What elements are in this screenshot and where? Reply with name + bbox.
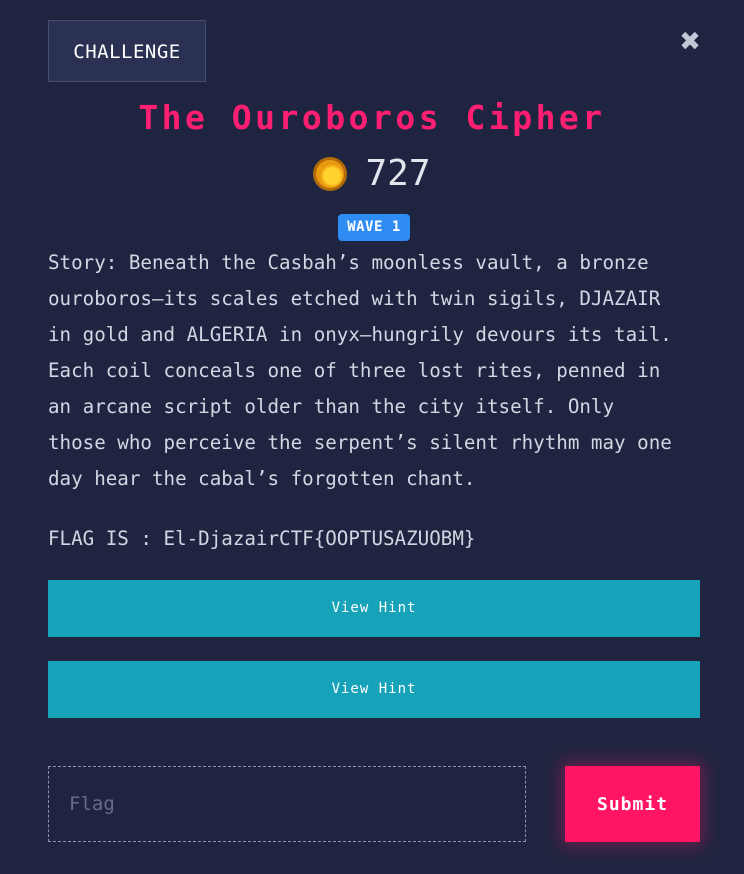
coin-icon [313,157,348,191]
challenge-title: The Ouroboros Cipher [138,98,606,137]
points-value: 727 [365,153,431,194]
close-icon[interactable]: ✖ [678,29,702,55]
challenge-story: Story: Beneath the Casbah’s moonless vau… [48,251,672,490]
submit-button[interactable]: Submit [565,766,700,842]
view-hint-button-1[interactable]: View Hint [48,580,700,637]
challenge-modal: CHALLENGE ✖ The Ouroboros Cipher 727 WAV… [0,0,744,874]
flag-text: FLAG IS : El-DjazairCTF{OOPTUSAZUOBM} [48,527,476,550]
points-display: 727 [0,152,744,196]
view-hint-button-2[interactable]: View Hint [48,661,700,718]
flag-input[interactable] [48,766,526,842]
wave-badge: WAVE 1 [338,214,410,241]
tab-challenge[interactable]: CHALLENGE [48,20,206,82]
